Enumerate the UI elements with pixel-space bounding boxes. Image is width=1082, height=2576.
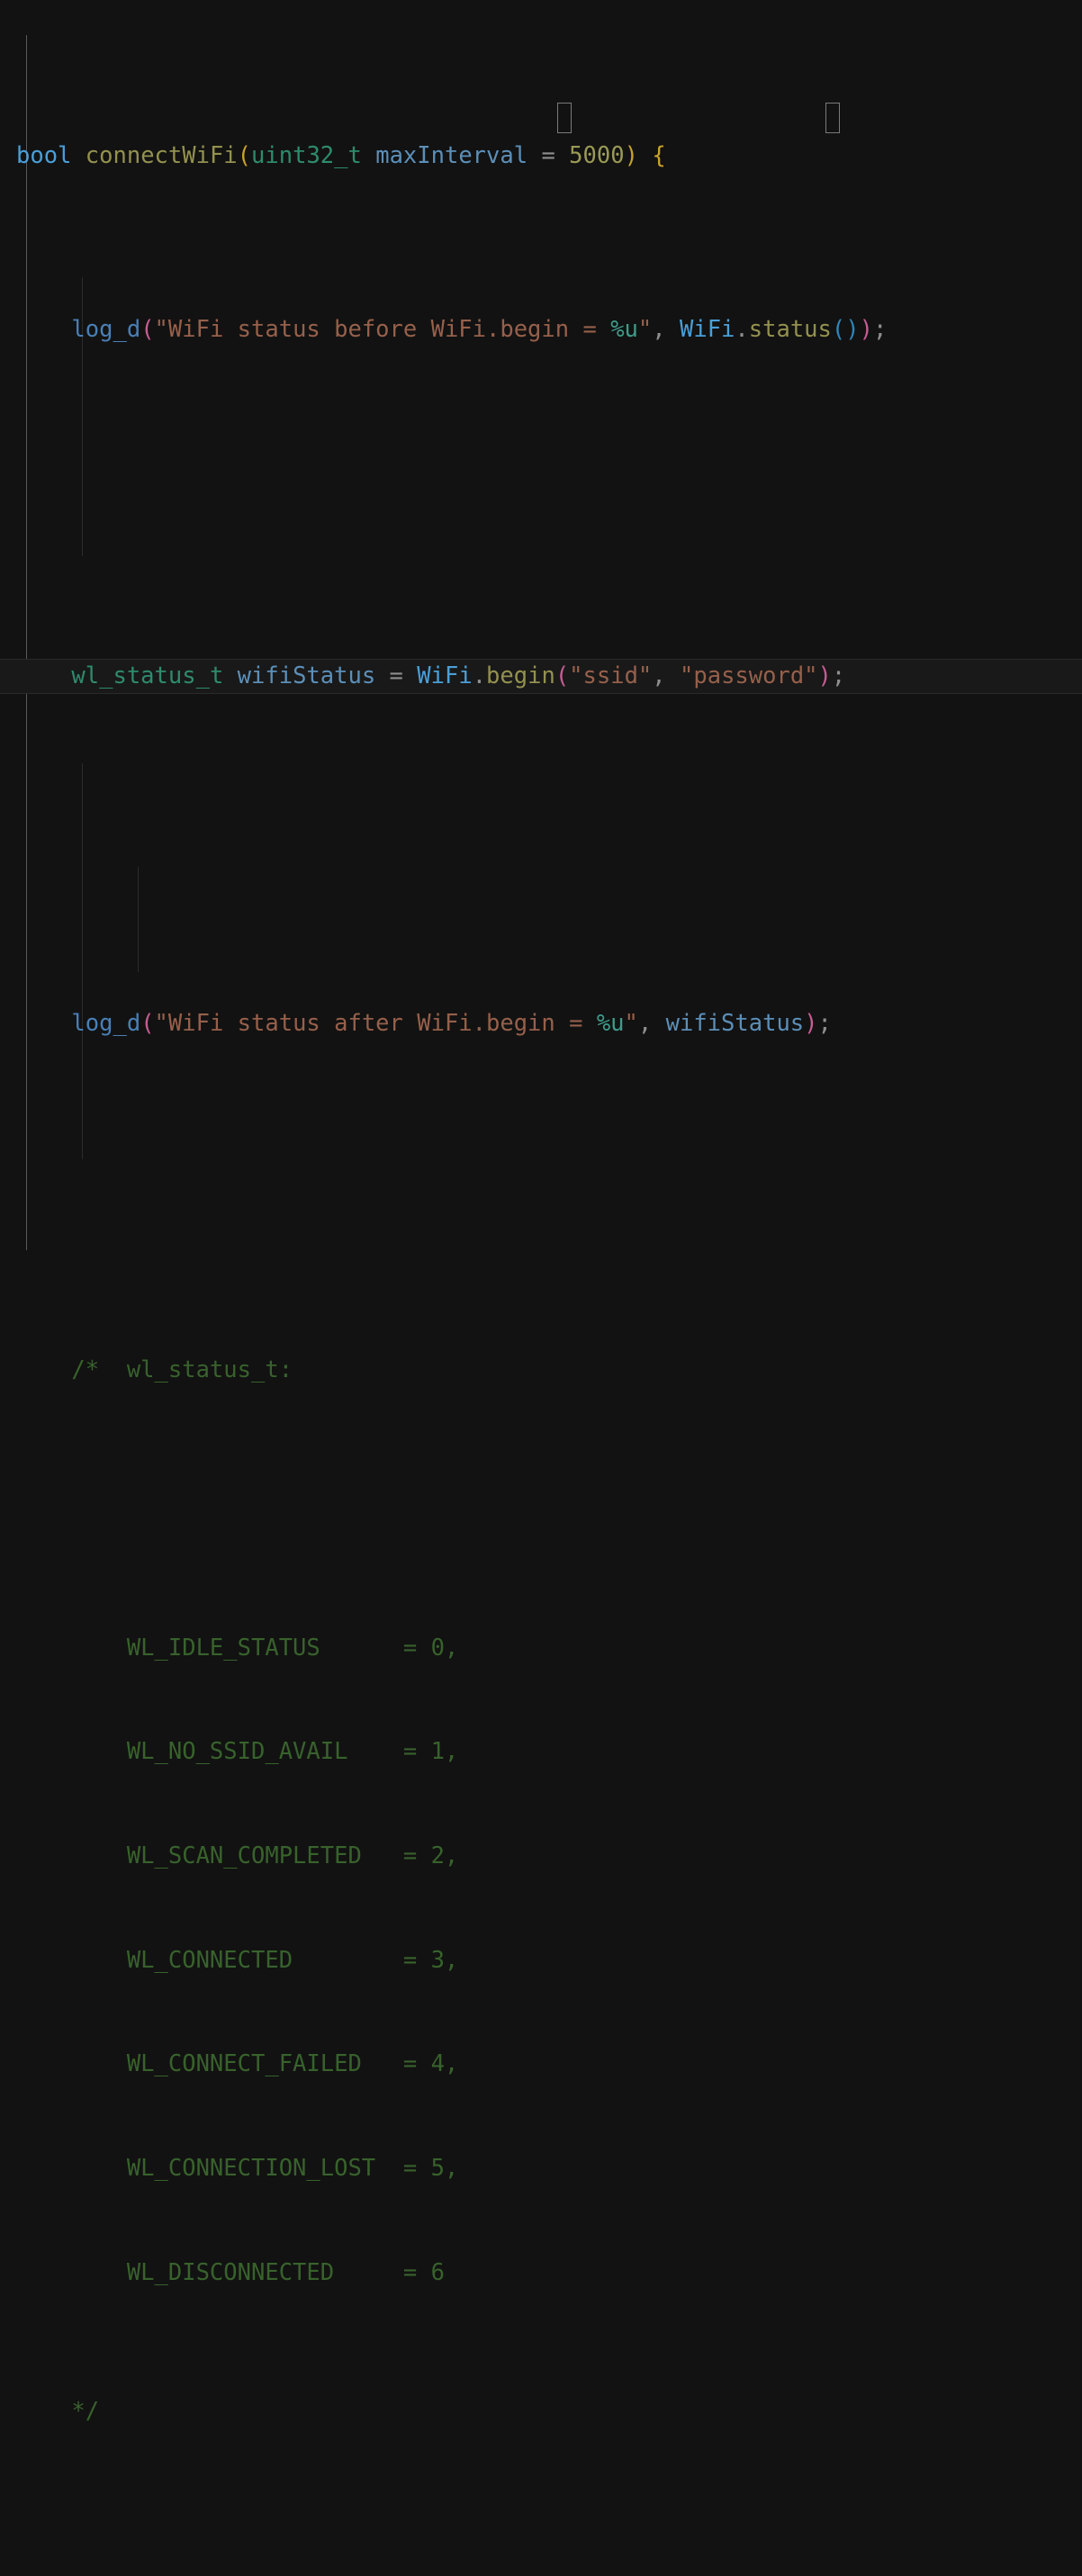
token-function-name: connectWiFi [85,142,238,170]
code-line-blank[interactable] [0,833,1082,868]
token-object: WiFi [417,662,473,690]
code-line-current[interactable]: wl_status_t wifiStatus = WiFi.begin("ssi… [0,659,1082,694]
code-line-comment[interactable]: WL_DISCONNECTED = 6 [0,2256,1082,2291]
code-line-comment[interactable]: */ [0,2394,1082,2429]
token-string-ssid: "ssid" [569,662,653,690]
token-bracket: ) [817,662,832,690]
token-bracket: () [831,315,860,343]
token-comment: WL_CONNECTED = 3, [16,1946,459,1974]
token-bracket: ) [804,1009,818,1037]
code-line-comment[interactable]: WL_SCAN_COMPLETED = 2, [0,1839,1082,1874]
token-comment: WL_CONNECTION_LOST = 5, [16,2154,459,2182]
code-line-comment[interactable]: WL_CONNECT_FAILED = 4, [0,2047,1082,2082]
token-variable: wifiStatus [665,1009,805,1037]
code-content[interactable]: bool connectWiFi(uint32_t maxInterval = … [0,0,1082,2576]
code-line-blank[interactable] [0,2567,1082,2576]
token-bracket: ( [555,662,570,690]
code-line-comment[interactable]: WL_CONNECTED = 3, [0,1943,1082,1978]
token-parameter: maxInterval [375,142,528,170]
token-format-specifier: %u [596,1009,625,1037]
token-method: begin [486,662,555,690]
token-comment: WL_DISCONNECTED = 6 [16,2258,445,2286]
token-format-specifier: %u [610,315,638,343]
token-type: wl_status_t [71,662,224,690]
code-line-comment[interactable]: /* wl_status_t: [0,1353,1082,1388]
token-bracket: ) [859,315,873,343]
token-method: status [748,315,832,343]
token-bracket: ( [237,142,252,170]
token-object: WiFi [679,315,735,343]
code-line-blank[interactable] [0,486,1082,521]
token-comment: WL_NO_SSID_AVAIL = 1, [16,1738,459,1766]
token-comment: */ [16,2397,100,2425]
token-string: "WiFi status after WiFi.begin = [154,1009,597,1037]
token-variable: wifiStatus [237,662,376,690]
token-macro: log_d [71,1009,141,1037]
code-line[interactable]: log_d("WiFi status before WiFi.begin = %… [0,312,1082,347]
token-comment: /* wl_status_t: [16,1356,293,1384]
code-line-comment[interactable]: WL_IDLE_STATUS = 0, [0,1631,1082,1666]
token-bracket: ( [140,315,155,343]
token-type: uint32_t [251,142,362,170]
token-bracket: ( [140,1009,155,1037]
token-keyword: bool [16,142,72,170]
token-bracket: ) [624,142,638,170]
token-comment: WL_SCAN_COMPLETED = 2, [16,1842,459,1869]
token-comment: WL_IDLE_STATUS = 0, [16,1634,459,1662]
code-line-comment[interactable] [0,1492,1082,1527]
token-macro: log_d [71,315,141,343]
token-number: 5000 [569,142,625,170]
code-line[interactable]: bool connectWiFi(uint32_t maxInterval = … [0,139,1082,174]
token-bracket: { [652,142,666,170]
code-line-comment[interactable]: WL_CONNECTION_LOST = 5, [0,2151,1082,2186]
code-editor[interactable]: bool connectWiFi(uint32_t maxInterval = … [0,0,1082,2425]
token-string: " [637,315,653,343]
code-line[interactable]: log_d("WiFi status after WiFi.begin = %u… [0,1006,1082,1041]
token-string: "WiFi status before WiFi.begin = [154,315,611,343]
token-comment: WL_CONNECT_FAILED = 4, [16,2050,459,2078]
code-line-comment[interactable]: WL_NO_SSID_AVAIL = 1, [0,1734,1082,1770]
code-line-blank[interactable] [0,1180,1082,1215]
token-string-password: "password" [680,662,818,690]
token-string: " [624,1009,638,1037]
